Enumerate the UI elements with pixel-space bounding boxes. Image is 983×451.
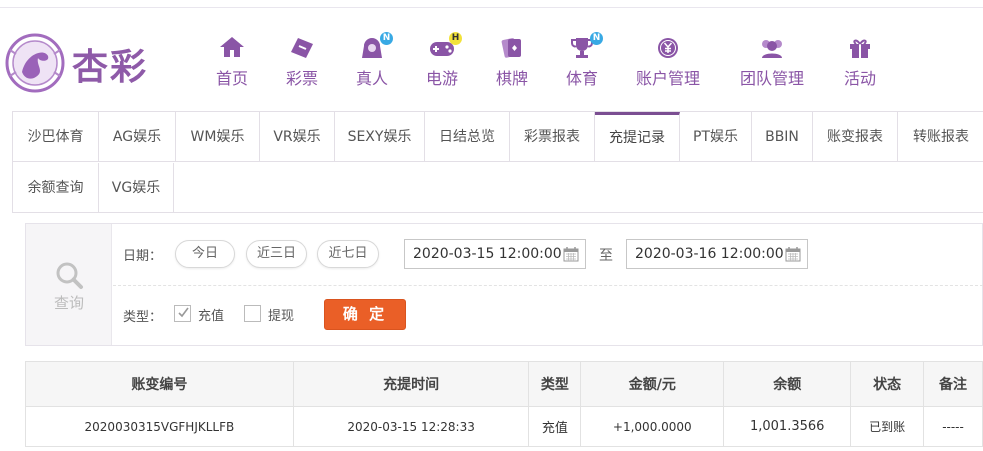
tab-lottery-report[interactable]: 彩票报表 (510, 112, 595, 162)
tab-sexy[interactable]: SEXY娱乐 (335, 112, 425, 162)
table-header-row: 账变编号 充提时间 类型 金额/元 余额 状态 备注 (25, 361, 983, 407)
col-amount: 金额/元 (580, 361, 725, 407)
transaction-type: 充值 (528, 406, 582, 447)
search-icon (56, 262, 83, 289)
type-withdraw-checkbox[interactable] (244, 305, 261, 322)
nav-sports-label: 体育 (565, 69, 598, 88)
col-balance: 余额 (723, 361, 852, 407)
type-label: 类型： (123, 310, 163, 325)
nav-lottery[interactable]: 彩票 (281, 36, 323, 92)
query-side-label: 查询 (53, 294, 84, 312)
confirm-button[interactable]: 确 定 (324, 299, 406, 330)
tab-account-change-report[interactable]: 账变报表 (813, 112, 898, 162)
range-3days-button[interactable]: 近三日 (246, 240, 307, 268)
yuan-coin-icon (633, 36, 703, 62)
new-badge: N (380, 32, 393, 45)
end-datetime-value: 2020-03-16 12:00:00 (635, 246, 784, 262)
table-row: 2020030315VGFHJKLLFB 2020-03-15 12:28:33… (25, 406, 983, 447)
nav-team-label: 团队管理 (739, 69, 804, 88)
nav-home[interactable]: 首页 (211, 36, 253, 92)
col-remark: 备注 (923, 361, 983, 407)
type-deposit-label: 充值 (198, 309, 225, 324)
brand-name: 杏彩 (72, 46, 149, 88)
transaction-time: 2020-03-15 12:28:33 (292, 406, 530, 447)
calendar-icon[interactable] (785, 246, 801, 262)
nav-promotions[interactable]: 活动 (839, 36, 881, 92)
nav-live-label: 真人 (355, 69, 388, 88)
nav-team[interactable]: 团队管理 (737, 36, 807, 92)
col-type: 类型 (528, 361, 582, 407)
nav-chess-cards-label: 棋牌 (495, 69, 528, 88)
home-icon (211, 36, 253, 62)
tab-saba-sports[interactable]: 沙巴体育 (13, 112, 99, 162)
type-deposit-checkbox[interactable] (174, 305, 191, 322)
query-panel: 查询 日期： 今日 近三日 近七日 2020-03-15 12:00:00 至 … (25, 223, 983, 346)
hot-badge: H (449, 32, 462, 45)
transaction-balance: 1,001.3566 (723, 406, 852, 447)
tab-balance-query[interactable]: 余额查询 (13, 163, 99, 213)
trophy-icon: N (561, 32, 603, 62)
start-datetime-value: 2020-03-15 12:00:00 (413, 246, 562, 262)
tab-transfer-report[interactable]: 转账报表 (898, 112, 983, 162)
nav-home-label: 首页 (215, 69, 248, 88)
cards-icon (491, 36, 533, 62)
divider (113, 285, 983, 286)
range-7days-button[interactable]: 近七日 (317, 240, 379, 268)
nav-promotions-label: 活动 (843, 69, 876, 88)
nav-chess-cards[interactable]: 棋牌 (491, 36, 533, 92)
top-border (0, 0, 983, 8)
nav-slots-label: 电游 (425, 69, 458, 88)
tab-vr[interactable]: VR娱乐 (260, 112, 335, 162)
date-label: 日期： (123, 249, 163, 264)
new-badge: N (590, 32, 603, 45)
tab-wm[interactable]: WM娱乐 (176, 112, 260, 162)
col-transaction-id: 账变编号 (25, 361, 294, 407)
live-dealer-icon: N (351, 32, 393, 62)
transaction-amount: +1,000.0000 (580, 406, 725, 447)
col-time: 充提时间 (292, 361, 530, 407)
transaction-id: 2020030315VGFHJKLLFB (25, 406, 294, 447)
nav-account[interactable]: 账户管理 (633, 36, 703, 92)
tab-ag[interactable]: AG娱乐 (99, 112, 176, 162)
nav-slots[interactable]: H 电游 (421, 32, 463, 92)
transaction-status: 已到账 (850, 406, 925, 447)
tab-daily-summary[interactable]: 日结总览 (425, 112, 510, 162)
query-side: 查询 (26, 224, 112, 345)
end-datetime-field[interactable]: 2020-03-16 12:00:00 (626, 239, 808, 269)
logo[interactable]: 杏彩 (4, 30, 164, 94)
tab-pt[interactable]: PT娱乐 (680, 112, 752, 162)
gift-icon (839, 36, 881, 62)
transaction-remark: ----- (923, 406, 983, 447)
range-today-button[interactable]: 今日 (175, 240, 235, 268)
team-icon (737, 36, 807, 62)
tab-deposit-withdraw-records[interactable]: 充提记录 (595, 112, 680, 162)
calendar-icon[interactable] (563, 246, 579, 262)
nav-live[interactable]: N 真人 (351, 32, 393, 92)
col-status: 状态 (850, 361, 925, 407)
start-datetime-field[interactable]: 2020-03-15 12:00:00 (404, 239, 586, 269)
lottery-ticket-icon (281, 36, 323, 62)
gamepad-icon: H (421, 32, 463, 62)
nav-lottery-label: 彩票 (285, 69, 318, 88)
check-icon (178, 307, 189, 318)
type-withdraw-label: 提现 (268, 309, 295, 324)
to-label: 至 (599, 248, 613, 264)
records-table: 账变编号 充提时间 类型 金额/元 余额 状态 备注 2020030315VGF… (25, 361, 983, 447)
tab-bbin[interactable]: BBIN (752, 112, 813, 162)
logo-emblem-icon (5, 33, 65, 93)
nav-sports[interactable]: N 体育 (561, 32, 603, 92)
nav-account-label: 账户管理 (635, 69, 700, 88)
tab-vg[interactable]: VG娱乐 (99, 163, 174, 213)
report-tabs: 沙巴体育 AG娱乐 WM娱乐 VR娱乐 SEXY娱乐 日结总览 彩票报表 充提记… (12, 111, 983, 213)
